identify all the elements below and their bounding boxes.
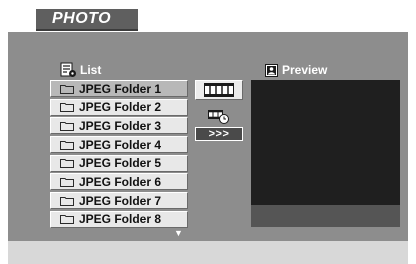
list-item[interactable]: JPEG Folder 5 — [50, 154, 188, 172]
folder-name: JPEG Folder 7 — [79, 193, 162, 208]
list-header-label: List — [80, 63, 102, 77]
preview-area — [251, 80, 400, 205]
slideshow-icon — [208, 110, 229, 124]
screen-title: PHOTO — [52, 10, 112, 27]
folder-name: JPEG Folder 6 — [79, 174, 162, 189]
list-item[interactable]: JPEG Folder 6 — [50, 173, 188, 191]
folder-list: JPEG Folder 1 JPEG Folder 2 JPEG Folder … — [50, 80, 188, 230]
filmstrip-icon — [204, 83, 234, 97]
folder-icon — [60, 140, 74, 150]
preview-icon — [265, 63, 278, 77]
list-item[interactable]: JPEG Folder 7 — [50, 192, 188, 210]
folder-name: JPEG Folder 2 — [79, 100, 162, 115]
folder-name: JPEG Folder 1 — [79, 81, 162, 96]
list-item[interactable]: JPEG Folder 2 — [50, 98, 188, 116]
list-icon — [60, 62, 76, 77]
list-item[interactable]: JPEG Folder 8 — [50, 210, 188, 228]
list-item[interactable]: JPEG Folder 3 — [50, 117, 188, 135]
list-header: List — [60, 62, 101, 78]
folder-name: JPEG Folder 4 — [79, 137, 162, 152]
folder-icon — [60, 121, 74, 131]
folder-name: JPEG Folder 5 — [79, 156, 162, 171]
preview-header: Preview — [265, 62, 327, 78]
folder-name: JPEG Folder 3 — [79, 118, 162, 133]
preview-header-label: Preview — [282, 63, 328, 77]
folder-icon — [60, 103, 74, 113]
folder-icon — [60, 159, 74, 169]
folder-icon — [60, 84, 74, 94]
screen-title-tab: PHOTO — [36, 9, 138, 31]
list-item[interactable]: JPEG Folder 1 — [50, 80, 188, 97]
scroll-down-icon[interactable]: ▼ — [174, 229, 183, 238]
list-item[interactable]: JPEG Folder 4 — [50, 136, 188, 154]
folder-name: JPEG Folder 8 — [79, 212, 162, 227]
status-strip — [8, 241, 408, 264]
next-page-button[interactable]: >>> — [195, 127, 243, 141]
slideshow-button[interactable] — [195, 106, 243, 126]
preview-caption — [251, 205, 400, 227]
filmstrip-button[interactable] — [195, 80, 243, 100]
folder-icon — [60, 196, 74, 206]
folder-icon — [60, 215, 74, 225]
folder-icon — [60, 177, 74, 187]
